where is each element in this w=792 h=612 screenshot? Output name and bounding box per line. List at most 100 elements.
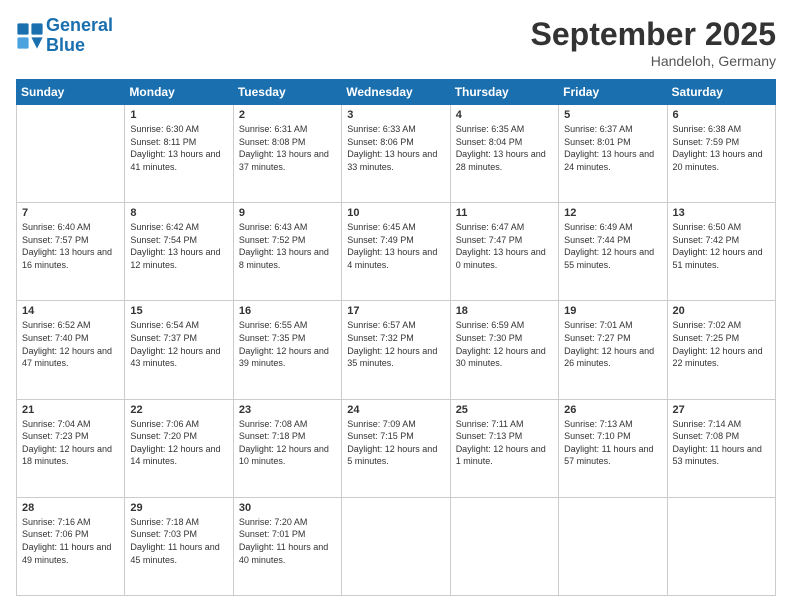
day-number: 4: [456, 109, 553, 121]
cell-info: Sunrise: 7:16 AM Sunset: 7:06 PM Dayligh…: [22, 516, 119, 566]
cell-info: Sunrise: 6:57 AM Sunset: 7:32 PM Dayligh…: [347, 319, 444, 369]
day-number: 26: [564, 404, 661, 416]
day-number: 27: [673, 404, 770, 416]
calendar-cell: [17, 105, 125, 203]
day-number: 14: [22, 305, 119, 317]
day-header-wednesday: Wednesday: [342, 80, 450, 105]
calendar-cell: [667, 497, 775, 595]
calendar-cell: 30 Sunrise: 7:20 AM Sunset: 7:01 PM Dayli…: [233, 497, 341, 595]
day-number: 21: [22, 404, 119, 416]
day-number: 24: [347, 404, 444, 416]
calendar-cell: 9 Sunrise: 6:43 AM Sunset: 7:52 PM Daylig…: [233, 203, 341, 301]
cell-info: Sunrise: 6:52 AM Sunset: 7:40 PM Dayligh…: [22, 319, 119, 369]
day-number: 16: [239, 305, 336, 317]
day-number: 5: [564, 109, 661, 121]
day-number: 29: [130, 502, 227, 514]
calendar-cell: 5 Sunrise: 6:37 AM Sunset: 8:01 PM Daylig…: [559, 105, 667, 203]
calendar-cell: 23 Sunrise: 7:08 AM Sunset: 7:18 PM Dayli…: [233, 399, 341, 497]
calendar-cell: 3 Sunrise: 6:33 AM Sunset: 8:06 PM Daylig…: [342, 105, 450, 203]
cell-info: Sunrise: 6:42 AM Sunset: 7:54 PM Dayligh…: [130, 221, 227, 271]
week-row-3: 21 Sunrise: 7:04 AM Sunset: 7:23 PM Dayli…: [17, 399, 776, 497]
day-number: 20: [673, 305, 770, 317]
cell-info: Sunrise: 6:54 AM Sunset: 7:37 PM Dayligh…: [130, 319, 227, 369]
calendar-cell: 25Sunrise: 7:11 AM Sunset: 7:13 PM Dayli…: [450, 399, 558, 497]
week-row-2: 14 Sunrise: 6:52 AM Sunset: 7:40 PM Dayli…: [17, 301, 776, 399]
week-row-0: 1Sunrise: 6:30 AM Sunset: 8:11 PM Daylig…: [17, 105, 776, 203]
calendar-cell: 15 Sunrise: 6:54 AM Sunset: 7:37 PM Dayli…: [125, 301, 233, 399]
day-number: 3: [347, 109, 444, 121]
cell-info: Sunrise: 6:59 AM Sunset: 7:30 PM Dayligh…: [456, 319, 553, 369]
calendar-cell: 16Sunrise: 6:55 AM Sunset: 7:35 PM Dayli…: [233, 301, 341, 399]
day-number: 11: [456, 207, 553, 219]
calendar: SundayMondayTuesdayWednesdayThursdayFrid…: [16, 79, 776, 596]
cell-info: Sunrise: 7:06 AM Sunset: 7:20 PM Dayligh…: [130, 418, 227, 468]
week-row-4: 28 Sunrise: 7:16 AM Sunset: 7:06 PM Dayli…: [17, 497, 776, 595]
day-number: 17: [347, 305, 444, 317]
page: General Blue September 2025 Handeloh, Ge…: [0, 0, 792, 612]
day-header-sunday: Sunday: [17, 80, 125, 105]
cell-info: Sunrise: 7:02 AM Sunset: 7:25 PM Dayligh…: [673, 319, 770, 369]
header-row: SundayMondayTuesdayWednesdayThursdayFrid…: [17, 80, 776, 105]
logo-text: General Blue: [46, 16, 113, 56]
calendar-cell: [342, 497, 450, 595]
calendar-cell: 6 Sunrise: 6:38 AM Sunset: 7:59 PM Daylig…: [667, 105, 775, 203]
cell-info: Sunrise: 7:18 AM Sunset: 7:03 PM Dayligh…: [130, 516, 227, 566]
day-number: 28: [22, 502, 119, 514]
cell-info: Sunrise: 6:43 AM Sunset: 7:52 PM Dayligh…: [239, 221, 336, 271]
logo-icon: [16, 22, 44, 50]
day-number: 30: [239, 502, 336, 514]
cell-info: Sunrise: 6:30 AM Sunset: 8:11 PM Dayligh…: [130, 123, 227, 173]
calendar-cell: 13Sunrise: 6:50 AM Sunset: 7:42 PM Dayli…: [667, 203, 775, 301]
day-header-friday: Friday: [559, 80, 667, 105]
day-number: 10: [347, 207, 444, 219]
month-title: September 2025: [531, 16, 776, 53]
day-number: 12: [564, 207, 661, 219]
day-number: 8: [130, 207, 227, 219]
day-number: 2: [239, 109, 336, 121]
calendar-cell: [450, 497, 558, 595]
logo-blue: Blue: [46, 35, 85, 55]
day-header-tuesday: Tuesday: [233, 80, 341, 105]
cell-info: Sunrise: 6:31 AM Sunset: 8:08 PM Dayligh…: [239, 123, 336, 173]
logo: General Blue: [16, 16, 113, 56]
day-number: 23: [239, 404, 336, 416]
calendar-cell: 8 Sunrise: 6:42 AM Sunset: 7:54 PM Daylig…: [125, 203, 233, 301]
calendar-cell: 1Sunrise: 6:30 AM Sunset: 8:11 PM Daylig…: [125, 105, 233, 203]
day-header-thursday: Thursday: [450, 80, 558, 105]
calendar-cell: 4 Sunrise: 6:35 AM Sunset: 8:04 PM Daylig…: [450, 105, 558, 203]
calendar-cell: [559, 497, 667, 595]
calendar-cell: 14 Sunrise: 6:52 AM Sunset: 7:40 PM Dayli…: [17, 301, 125, 399]
day-number: 15: [130, 305, 227, 317]
calendar-cell: 28 Sunrise: 7:16 AM Sunset: 7:06 PM Dayli…: [17, 497, 125, 595]
header: General Blue September 2025 Handeloh, Ge…: [16, 16, 776, 69]
day-header-saturday: Saturday: [667, 80, 775, 105]
location: Handeloh, Germany: [531, 53, 776, 69]
calendar-cell: 19Sunrise: 7:01 AM Sunset: 7:27 PM Dayli…: [559, 301, 667, 399]
calendar-cell: 12 Sunrise: 6:49 AM Sunset: 7:44 PM Dayli…: [559, 203, 667, 301]
cell-info: Sunrise: 6:49 AM Sunset: 7:44 PM Dayligh…: [564, 221, 661, 271]
cell-info: Sunrise: 7:08 AM Sunset: 7:18 PM Dayligh…: [239, 418, 336, 468]
day-number: 25: [456, 404, 553, 416]
cell-info: Sunrise: 6:38 AM Sunset: 7:59 PM Dayligh…: [673, 123, 770, 173]
calendar-cell: 22Sunrise: 7:06 AM Sunset: 7:20 PM Dayli…: [125, 399, 233, 497]
cell-info: Sunrise: 7:14 AM Sunset: 7:08 PM Dayligh…: [673, 418, 770, 468]
cell-info: Sunrise: 6:47 AM Sunset: 7:47 PM Dayligh…: [456, 221, 553, 271]
day-number: 6: [673, 109, 770, 121]
cell-info: Sunrise: 6:35 AM Sunset: 8:04 PM Dayligh…: [456, 123, 553, 173]
cell-info: Sunrise: 6:50 AM Sunset: 7:42 PM Dayligh…: [673, 221, 770, 271]
cell-info: Sunrise: 6:33 AM Sunset: 8:06 PM Dayligh…: [347, 123, 444, 173]
cell-info: Sunrise: 7:20 AM Sunset: 7:01 PM Dayligh…: [239, 516, 336, 566]
day-number: 9: [239, 207, 336, 219]
calendar-cell: 7Sunrise: 6:40 AM Sunset: 7:57 PM Daylig…: [17, 203, 125, 301]
calendar-cell: 18 Sunrise: 6:59 AM Sunset: 7:30 PM Dayli…: [450, 301, 558, 399]
calendar-cell: 20 Sunrise: 7:02 AM Sunset: 7:25 PM Dayli…: [667, 301, 775, 399]
calendar-cell: 29 Sunrise: 7:18 AM Sunset: 7:03 PM Dayli…: [125, 497, 233, 595]
cell-info: Sunrise: 6:40 AM Sunset: 7:57 PM Dayligh…: [22, 221, 119, 271]
cell-info: Sunrise: 7:09 AM Sunset: 7:15 PM Dayligh…: [347, 418, 444, 468]
title-block: September 2025 Handeloh, Germany: [531, 16, 776, 69]
cell-info: Sunrise: 6:37 AM Sunset: 8:01 PM Dayligh…: [564, 123, 661, 173]
calendar-cell: 26Sunrise: 7:13 AM Sunset: 7:10 PM Dayli…: [559, 399, 667, 497]
day-number: 18: [456, 305, 553, 317]
week-row-1: 7Sunrise: 6:40 AM Sunset: 7:57 PM Daylig…: [17, 203, 776, 301]
cell-info: Sunrise: 7:04 AM Sunset: 7:23 PM Dayligh…: [22, 418, 119, 468]
